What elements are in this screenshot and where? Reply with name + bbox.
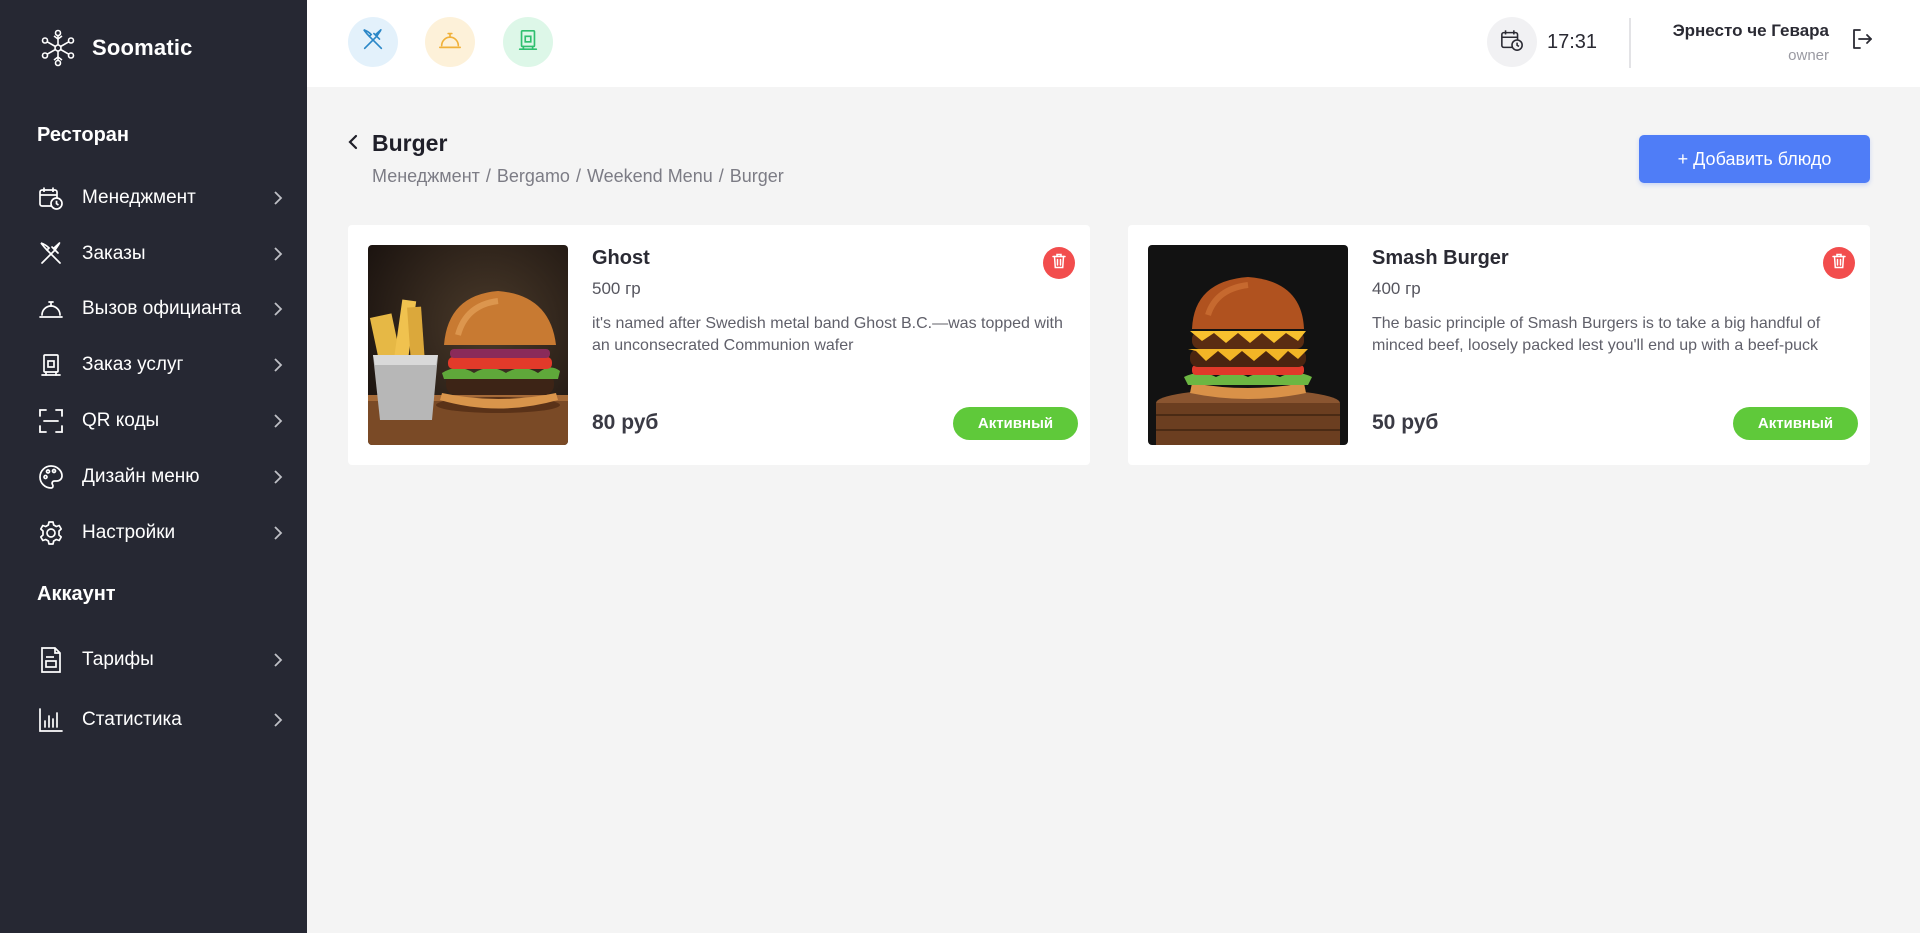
quick-service-order-button[interactable] bbox=[503, 17, 553, 67]
header-divider bbox=[1629, 18, 1631, 68]
calendar-clock-icon bbox=[37, 184, 65, 212]
sidebar-item-orders[interactable]: Заказы bbox=[37, 237, 285, 271]
dish-name: Smash Burger bbox=[1372, 247, 1509, 269]
sidebar-item-statistics[interactable]: Статистика bbox=[37, 703, 285, 737]
dish-price: 50 руб bbox=[1372, 411, 1439, 434]
chevron-right-icon bbox=[271, 653, 285, 667]
sidebar-item-qr-codes[interactable]: QR коды bbox=[37, 404, 285, 438]
chevron-right-icon bbox=[271, 470, 285, 484]
brand[interactable]: Soomatic bbox=[38, 28, 193, 68]
sidebar-item-settings[interactable]: Настройки bbox=[37, 516, 285, 550]
palette-icon bbox=[37, 463, 65, 491]
dish-card[interactable]: Smash Burger 400 гр The basic principle … bbox=[1128, 225, 1870, 465]
sidebar: Soomatic Ресторан Менеджмент Заказы Вызо… bbox=[0, 0, 307, 933]
current-time: 17:31 bbox=[1547, 31, 1598, 53]
top-header: 17:31 Эрнесто че Гевара owner bbox=[307, 0, 1920, 87]
dish-weight: 500 гр bbox=[592, 279, 641, 298]
dish-card[interactable]: Ghost 500 гр it's named after Swedish me… bbox=[348, 225, 1090, 465]
chevron-right-icon bbox=[271, 302, 285, 316]
sidebar-item-waiter-call[interactable]: Вызов официанта bbox=[37, 292, 285, 326]
logout-icon bbox=[1850, 27, 1874, 56]
service-bell-icon bbox=[438, 28, 462, 57]
qr-scan-icon bbox=[37, 407, 65, 435]
user-name: Эрнесто че Гевара bbox=[1672, 21, 1829, 40]
chevron-right-icon bbox=[271, 191, 285, 205]
logout-button[interactable] bbox=[1847, 26, 1877, 56]
breadcrumb-item[interactable]: Менеджмент bbox=[372, 166, 480, 187]
page-title: Burger bbox=[372, 130, 448, 156]
sidebar-item-label: QR коды bbox=[82, 410, 160, 431]
trash-icon bbox=[1832, 253, 1846, 274]
add-dish-button[interactable]: + Добавить блюдо bbox=[1639, 135, 1870, 183]
gear-icon bbox=[37, 519, 65, 547]
chevron-right-icon bbox=[271, 713, 285, 727]
bar-chart-icon bbox=[37, 706, 65, 734]
sidebar-item-label: Заказ услуг bbox=[82, 354, 184, 375]
status-badge[interactable]: Активный bbox=[953, 407, 1078, 440]
back-button[interactable] bbox=[343, 132, 363, 156]
quick-orders-button[interactable] bbox=[348, 17, 398, 67]
user-role: owner bbox=[1788, 47, 1829, 64]
sidebar-item-label: Статистика bbox=[82, 709, 182, 730]
chevron-right-icon bbox=[271, 247, 285, 261]
trash-icon bbox=[1052, 253, 1066, 274]
snowflake-network-icon bbox=[38, 28, 78, 68]
dish-image bbox=[1148, 245, 1348, 445]
sidebar-item-label: Настройки bbox=[82, 522, 176, 543]
clock-badge bbox=[1487, 17, 1537, 67]
brand-name: Soomatic bbox=[92, 35, 193, 60]
breadcrumb: Менеджмент / Bergamo / Weekend Menu / Bu… bbox=[372, 166, 784, 187]
cutlery-icon bbox=[361, 28, 385, 57]
sidebar-item-management[interactable]: Менеджмент bbox=[37, 181, 285, 215]
sidebar-item-tariffs[interactable]: Тарифы bbox=[37, 643, 285, 677]
chevron-right-icon bbox=[271, 526, 285, 540]
chevron-right-icon bbox=[271, 358, 285, 372]
dish-description: The basic principle of Smash Burgers is … bbox=[1372, 315, 1821, 354]
sidebar-item-label: Тарифы bbox=[82, 649, 154, 670]
hotel-service-icon bbox=[516, 28, 540, 57]
section-title-account: Аккаунт bbox=[37, 583, 116, 605]
sidebar-item-label: Вызов официанта bbox=[82, 298, 242, 319]
chevron-left-icon bbox=[347, 134, 359, 155]
breadcrumb-separator: / bbox=[485, 166, 491, 186]
cutlery-icon bbox=[37, 240, 65, 268]
breadcrumb-item: Burger bbox=[729, 166, 784, 186]
sidebar-item-label: Дизайн меню bbox=[82, 466, 200, 487]
status-badge[interactable]: Активный bbox=[1733, 407, 1858, 440]
dish-name: Ghost bbox=[592, 247, 650, 269]
dish-description: it's named after Swedish metal band Ghos… bbox=[592, 315, 1063, 354]
sidebar-item-label: Заказы bbox=[82, 243, 146, 264]
breadcrumb-item[interactable]: Weekend Menu bbox=[587, 166, 713, 187]
delete-dish-button[interactable] bbox=[1043, 247, 1075, 279]
dish-price: 80 руб bbox=[592, 411, 659, 434]
quick-waiter-call-button[interactable] bbox=[425, 17, 475, 67]
sidebar-item-label: Менеджмент bbox=[82, 187, 196, 208]
chevron-right-icon bbox=[271, 414, 285, 428]
breadcrumb-separator: / bbox=[575, 166, 581, 186]
hotel-service-icon bbox=[37, 351, 65, 379]
sidebar-item-menu-design[interactable]: Дизайн меню bbox=[37, 460, 285, 494]
sidebar-item-service-order[interactable]: Заказ услуг bbox=[37, 348, 285, 382]
document-icon bbox=[37, 646, 65, 674]
service-bell-icon bbox=[37, 295, 65, 323]
breadcrumb-separator: / bbox=[718, 166, 724, 186]
dish-weight: 400 гр bbox=[1372, 279, 1421, 298]
calendar-clock-icon bbox=[1500, 28, 1524, 57]
dish-image bbox=[368, 245, 568, 445]
section-title-restaurant: Ресторан bbox=[37, 124, 129, 146]
breadcrumb-item[interactable]: Bergamo bbox=[497, 166, 570, 187]
delete-dish-button[interactable] bbox=[1823, 247, 1855, 279]
